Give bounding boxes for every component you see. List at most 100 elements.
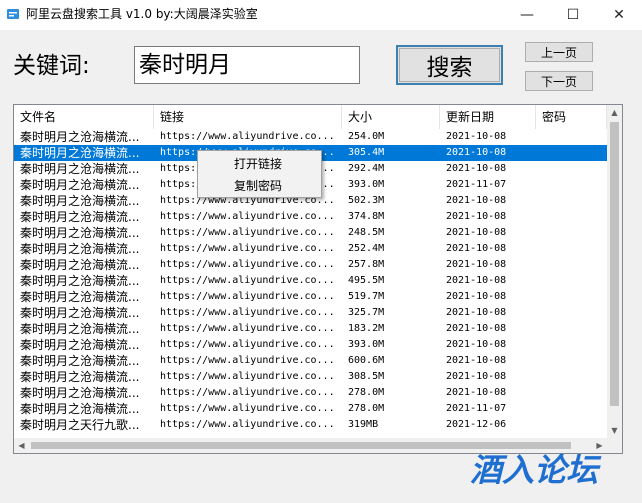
cell-password	[536, 385, 607, 401]
cell-size: 278.0M	[348, 403, 385, 414]
menu-item-open-link[interactable]: 打开链接	[198, 154, 321, 174]
cell-size: 319MB	[348, 419, 379, 430]
table-row[interactable]: 秦时明月之沧海横流... https://www.aliyundrive.co..…	[14, 129, 607, 145]
cell-size: 252.4M	[348, 243, 385, 254]
close-button[interactable]: ✕	[596, 0, 642, 30]
table-row[interactable]: 秦时明月之沧海横流... https://www.aliyundrive.co..…	[14, 385, 607, 401]
cell-filename: 秦时明月之沧海横流...	[20, 274, 140, 288]
table-row[interactable]: 秦时明月之沧海横流... https://www.aliyundrive.co..…	[14, 321, 607, 337]
scroll-up-arrow-icon[interactable]: ▲	[607, 105, 622, 120]
cell-password	[536, 129, 607, 145]
cell-link: https://www.aliyundrive.co...	[160, 275, 335, 286]
context-menu: 打开链接 复制密码	[197, 150, 322, 198]
scroll-down-arrow-icon[interactable]: ▼	[607, 423, 622, 438]
table-row[interactable]: 秦时明月之沧海横流... https://www.aliyundrive.co..…	[14, 401, 607, 417]
column-header-link[interactable]: 链接	[154, 105, 342, 129]
column-header-filename[interactable]: 文件名	[14, 105, 154, 129]
cell-password	[536, 161, 607, 177]
cell-filename: 秦时明月之沧海横流...	[20, 306, 140, 320]
keyword-input[interactable]: 秦时明月	[134, 46, 360, 84]
watermark-logo: 酒入论坛	[470, 451, 602, 489]
keyword-label: 关键词:	[13, 53, 90, 79]
cell-size: 278.0M	[348, 387, 385, 398]
table-row[interactable]: 秦时明月之沧海横流... https://www.aliyundrive.co..…	[14, 289, 607, 305]
table-row[interactable]: 秦时明月之沧海横流... https://www.aliyundrive.co..…	[14, 225, 607, 241]
cell-password	[536, 337, 607, 353]
cell-size: 374.8M	[348, 211, 385, 222]
cell-filename: 秦时明月之沧海横流...	[20, 162, 140, 176]
minimize-button[interactable]: —	[504, 0, 550, 30]
cell-link: https://www.aliyundrive.co...	[160, 211, 335, 222]
maximize-button[interactable]: ☐	[550, 0, 596, 30]
cell-filename: 秦时明月之沧海横流...	[20, 386, 140, 400]
cell-size: 502.3M	[348, 195, 385, 206]
cell-password	[536, 289, 607, 305]
vertical-scroll-thumb[interactable]	[610, 122, 619, 406]
cell-link: https://www.aliyundrive.co...	[160, 131, 335, 142]
cell-password	[536, 305, 607, 321]
cell-link: https://www.aliyundrive.co...	[160, 403, 335, 414]
cell-link: https://www.aliyundrive.co...	[160, 419, 335, 430]
cell-size: 600.6M	[348, 355, 385, 366]
next-page-button[interactable]: 下一页	[525, 71, 593, 91]
cell-date: 2021-12-06	[446, 419, 507, 430]
cell-size: 254.0M	[348, 131, 385, 142]
cell-filename: 秦时明月之沧海横流...	[20, 402, 140, 416]
cell-date: 2021-10-08	[446, 163, 507, 174]
cell-link: https://www.aliyundrive.co...	[160, 323, 335, 334]
cell-filename: 秦时明月之沧海横流...	[20, 242, 140, 256]
cell-link: https://www.aliyundrive.co...	[160, 387, 335, 398]
window-title: 阿里云盘搜索工具 v1.0 by:大阔晨泽实验室	[26, 7, 258, 21]
vertical-scrollbar[interactable]: ▲ ▼	[607, 105, 622, 438]
cell-link: https://www.aliyundrive.co...	[160, 243, 335, 254]
cell-link: https://www.aliyundrive.co...	[160, 259, 335, 270]
cell-filename: 秦时明月之沧海横流...	[20, 194, 140, 208]
column-header-date[interactable]: 更新日期	[440, 105, 536, 129]
cell-date: 2021-10-08	[446, 147, 507, 158]
table-row[interactable]: 秦时明月之沧海横流... https://www.aliyundrive.co..…	[14, 257, 607, 273]
cell-size: 308.5M	[348, 371, 385, 382]
cell-filename: 秦时明月之沧海横流...	[20, 338, 140, 352]
cell-password	[536, 417, 607, 433]
cell-link: https://www.aliyundrive.co...	[160, 227, 335, 238]
cell-link: https://www.aliyundrive.co...	[160, 339, 335, 350]
table-row[interactable]: 秦时明月之天行九歌... https://www.aliyundrive.co..…	[14, 417, 607, 433]
cell-password	[536, 193, 607, 209]
cell-password	[536, 241, 607, 257]
table-row[interactable]: 秦时明月之沧海横流... https://www.aliyundrive.co..…	[14, 305, 607, 321]
cell-filename: 秦时明月之沧海横流...	[20, 258, 140, 272]
table-row[interactable]: 秦时明月之沧海横流... https://www.aliyundrive.co..…	[14, 241, 607, 257]
cell-password	[536, 369, 607, 385]
table-row[interactable]: 秦时明月之沧海横流... https://www.aliyundrive.co..…	[14, 273, 607, 289]
search-button[interactable]: 搜索	[396, 45, 503, 85]
column-header-size[interactable]: 大小	[342, 105, 440, 129]
table-row[interactable]: 秦时明月之沧海横流... https://www.aliyundrive.co..…	[14, 369, 607, 385]
menu-item-copy-password[interactable]: 复制密码	[198, 176, 321, 196]
cell-password	[536, 177, 607, 193]
watermark-text: 酒入论坛	[470, 451, 602, 489]
cell-password	[536, 401, 607, 417]
cell-size: 495.5M	[348, 275, 385, 286]
cell-date: 2021-10-08	[446, 387, 507, 398]
cell-date: 2021-10-08	[446, 243, 507, 254]
cell-size: 393.0M	[348, 179, 385, 190]
cell-filename: 秦时明月之沧海横流...	[20, 354, 140, 368]
title-bar: 阿里云盘搜索工具 v1.0 by:大阔晨泽实验室 — ☐ ✕	[0, 0, 642, 30]
column-header-password[interactable]: 密码	[536, 105, 607, 129]
cell-filename: 秦时明月之沧海横流...	[20, 178, 140, 192]
cell-password	[536, 145, 607, 161]
scroll-left-arrow-icon[interactable]: ◀	[14, 438, 29, 453]
cell-date: 2021-10-08	[446, 355, 507, 366]
cell-date: 2021-10-08	[446, 227, 507, 238]
cell-link: https://www.aliyundrive.co...	[160, 371, 335, 382]
cell-link: https://www.aliyundrive.co...	[160, 307, 335, 318]
table-row[interactable]: 秦时明月之沧海横流... https://www.aliyundrive.co..…	[14, 353, 607, 369]
cell-date: 2021-10-08	[446, 323, 507, 334]
prev-page-button[interactable]: 上一页	[525, 42, 593, 62]
cell-filename: 秦时明月之沧海横流...	[20, 146, 140, 160]
table-row[interactable]: 秦时明月之沧海横流... https://www.aliyundrive.co..…	[14, 337, 607, 353]
cell-size: 257.8M	[348, 259, 385, 270]
cell-filename: 秦时明月之沧海横流...	[20, 322, 140, 336]
cell-filename: 秦时明月之沧海横流...	[20, 290, 140, 304]
table-row[interactable]: 秦时明月之沧海横流... https://www.aliyundrive.co..…	[14, 209, 607, 225]
